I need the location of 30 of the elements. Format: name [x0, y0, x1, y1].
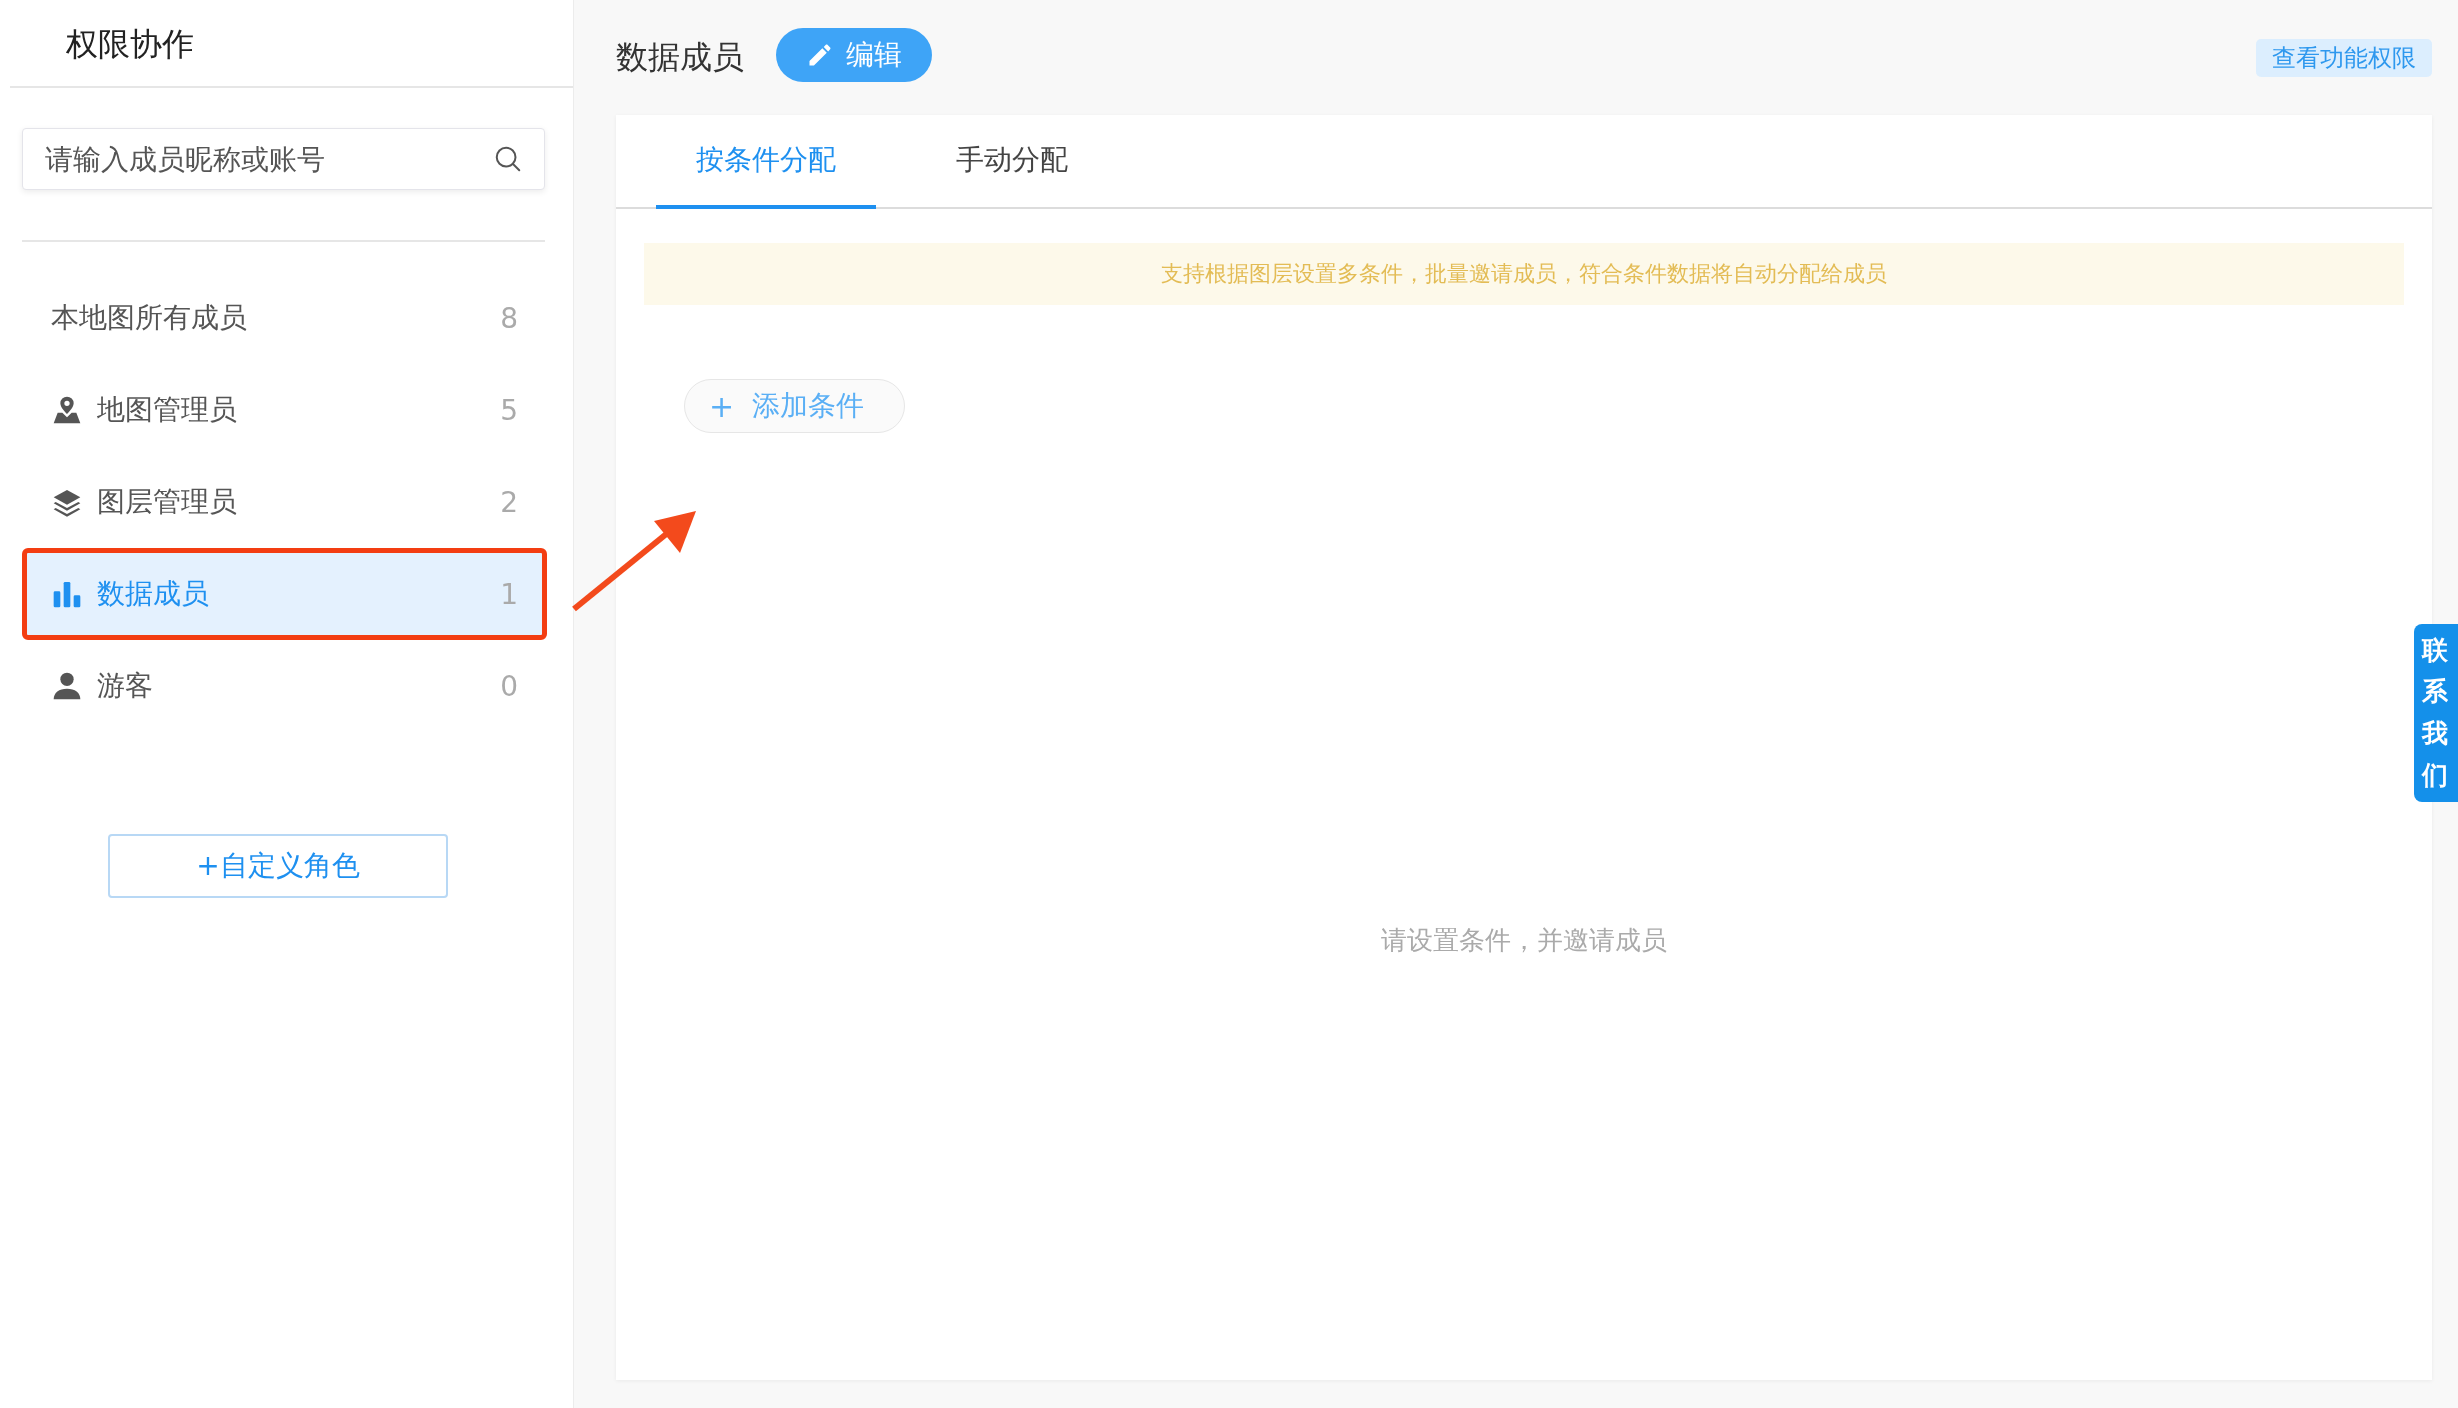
custom-role-button[interactable]: +自定义角色 [108, 834, 448, 898]
search-icon[interactable] [493, 144, 523, 174]
edit-button[interactable]: 编辑 [776, 27, 932, 82]
tab[interactable]: 手动分配 [916, 115, 1108, 209]
role-item[interactable]: 本地图所有成员 8 [22, 272, 547, 364]
view-permissions-button[interactable]: 查看功能权限 [2256, 38, 2432, 77]
info-banner: 支持根据图层设置多条件，批量邀请成员，符合条件数据将自动分配给成员 [644, 243, 2404, 305]
contact-us-tab[interactable]: 联系我们 [2414, 624, 2458, 802]
sidebar-title: 权限协作 [10, 0, 573, 88]
role-count: 2 [500, 485, 518, 519]
role-label: 数据成员 [97, 576, 209, 612]
role-item[interactable]: 数据成员 1 [22, 548, 547, 640]
page-title: 数据成员 [616, 36, 744, 78]
role-item[interactable]: 地图管理员 5 [22, 364, 547, 456]
role-label: 地图管理员 [97, 392, 237, 428]
role-label: 本地图所有成员 [51, 300, 247, 336]
role-count: 1 [500, 577, 518, 611]
person-icon [51, 670, 83, 702]
role-count: 5 [500, 393, 518, 427]
tab[interactable]: 按条件分配 [656, 115, 876, 209]
role-count: 8 [500, 301, 518, 335]
empty-message: 请设置条件，并邀请成员 [1380, 924, 1668, 957]
add-condition-button[interactable]: + 添加条件 [684, 379, 906, 433]
role-count: 0 [500, 669, 518, 703]
search-field[interactable]: 请输入成员昵称或账号 [22, 128, 545, 190]
role-item[interactable]: 游客 0 [22, 640, 547, 732]
role-label: 游客 [97, 668, 153, 704]
role-item[interactable]: 图层管理员 2 [22, 456, 547, 548]
role-label: 图层管理员 [97, 484, 237, 520]
map-pin-icon [51, 394, 83, 426]
